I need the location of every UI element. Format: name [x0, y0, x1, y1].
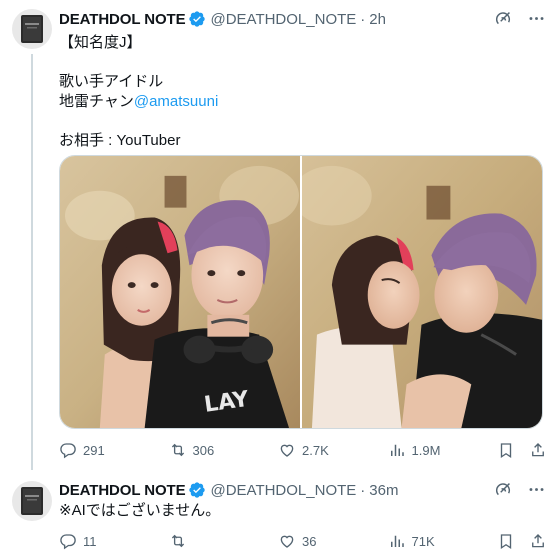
bookmark-icon[interactable]: [497, 441, 515, 459]
like-button[interactable]: 36: [278, 532, 338, 550]
author-name[interactable]: DEATHDOL NOTE: [59, 11, 186, 28]
like-icon: [280, 535, 294, 548]
tweet-text: ※AIではございません。: [59, 501, 220, 521]
tweet-actions: 291 306 2.7K 1.9M: [59, 440, 547, 460]
text-line-note: ※AIではございません。: [59, 502, 221, 519]
author-handle[interactable]: @DEATHDOL_NOTE: [210, 11, 356, 28]
separator-dot: ·: [360, 481, 366, 499]
separator-dot: ·: [360, 10, 366, 28]
text-line-subject: 地雷チャン@amatsuuni: [59, 92, 218, 112]
tweet-actions: 11 36 71K: [59, 531, 547, 551]
tweet-text: 【知名度J】 歌い手アイドル 地雷チャン@amatsuuni お相手 : You…: [59, 33, 218, 150]
text-spacer: [59, 53, 218, 73]
reply-button[interactable]: 11: [59, 532, 119, 550]
grok-icon[interactable]: [494, 480, 513, 499]
repost-icon: [171, 534, 184, 548]
reply-icon: [60, 534, 76, 550]
like-count: 36: [302, 533, 317, 549]
reply-button[interactable]: 291: [59, 441, 119, 459]
text-line-partner: お相手 : YouTuber: [59, 131, 181, 149]
reply-count: 291: [83, 442, 105, 458]
tweet-extra-actions: [497, 441, 547, 459]
text-subject-label: 地雷チャン: [59, 92, 134, 110]
notebook-avatar-icon: [12, 9, 52, 49]
like-icon: [280, 444, 294, 457]
photo-right-image: [302, 156, 542, 428]
tweet-header: DEATHDOL NOTE @DEATHDOL_NOTE · 36m: [59, 480, 398, 500]
tweet-main[interactable]: DEATHDOL NOTE @DEATHDOL_NOTE · 2h 【知名度J】…: [0, 0, 558, 470]
repost-button[interactable]: 306: [169, 441, 229, 459]
tweet-media[interactable]: LAY: [59, 155, 543, 429]
reply-icon: [60, 443, 76, 459]
repost-count: 306: [192, 442, 215, 458]
like-count: 2.7K: [302, 442, 329, 458]
tweet-header: DEATHDOL NOTE @DEATHDOL_NOTE · 2h: [59, 9, 386, 29]
views-count: 1.9M: [411, 442, 441, 458]
tweet-reply[interactable]: DEATHDOL NOTE @DEATHDOL_NOTE · 36m ※AIでは…: [0, 470, 558, 560]
photo-left[interactable]: LAY: [60, 156, 300, 428]
reply-count: 11: [83, 533, 97, 549]
photo-left-image: LAY: [60, 156, 300, 428]
tweet-top-actions: [494, 9, 546, 28]
repost-icon: [171, 443, 184, 457]
text-line-category: 歌い手アイドル: [59, 73, 164, 90]
bookmark-icon[interactable]: [497, 532, 515, 550]
mention-link[interactable]: @amatsuuni: [134, 93, 218, 110]
views-count: 71K: [411, 533, 435, 549]
tweet-top-actions: [494, 480, 546, 499]
timestamp[interactable]: 36m: [369, 482, 398, 499]
avatar[interactable]: [12, 9, 52, 49]
repost-button[interactable]: [169, 532, 229, 550]
verified-badge-icon: [189, 11, 206, 27]
views-icon: [390, 444, 404, 456]
author-name[interactable]: DEATHDOL NOTE: [59, 482, 186, 499]
text-spacer: [59, 111, 218, 131]
verified-badge-icon: [189, 482, 206, 498]
notebook-avatar-icon: [12, 481, 52, 521]
text-line-title: 【知名度J】: [59, 34, 142, 51]
share-icon[interactable]: [529, 532, 547, 550]
grok-icon[interactable]: [494, 9, 513, 28]
more-icon[interactable]: [527, 9, 546, 28]
more-icon[interactable]: [527, 480, 546, 499]
avatar[interactable]: [12, 481, 52, 521]
timestamp[interactable]: 2h: [369, 11, 386, 28]
views-icon: [390, 535, 404, 547]
author-handle[interactable]: @DEATHDOL_NOTE: [210, 482, 356, 499]
tweet-extra-actions: [497, 532, 547, 550]
views-button[interactable]: 1.9M: [388, 441, 448, 459]
thread-line: [31, 54, 33, 470]
like-button[interactable]: 2.7K: [278, 441, 338, 459]
views-button[interactable]: 71K: [388, 532, 448, 550]
share-icon[interactable]: [529, 441, 547, 459]
photo-right[interactable]: [302, 156, 542, 428]
